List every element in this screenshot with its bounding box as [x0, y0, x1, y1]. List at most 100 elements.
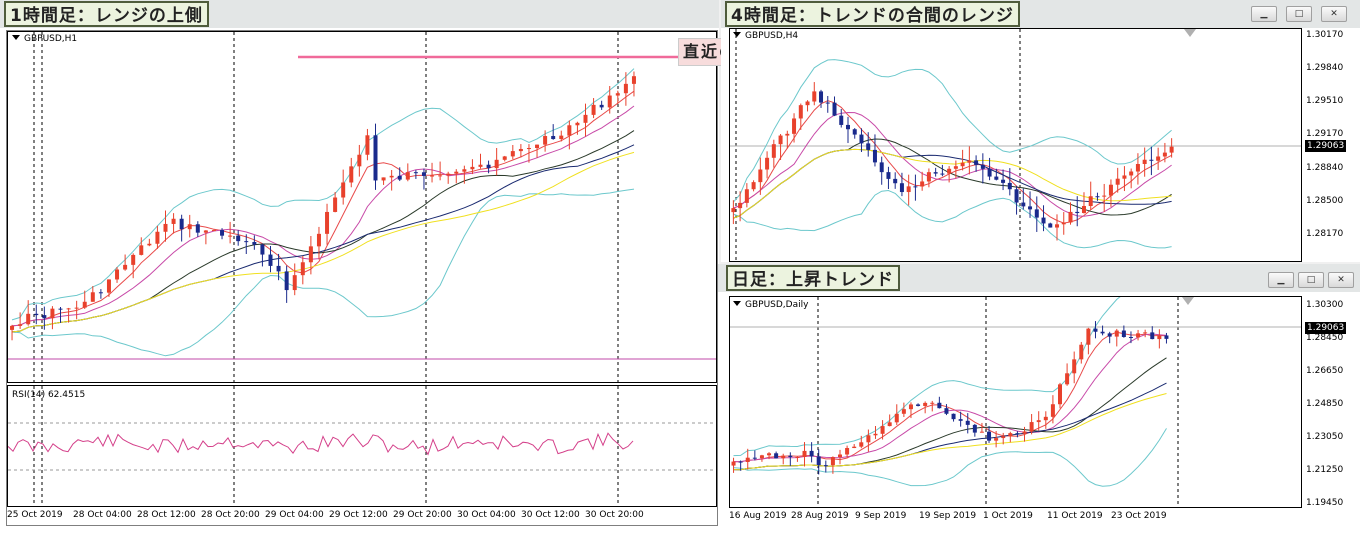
- candle-body: [438, 175, 443, 177]
- candle-body: [1014, 189, 1019, 203]
- candle-body: [852, 129, 857, 135]
- candle-body: [1108, 184, 1113, 196]
- ma-dark-line: [11, 130, 635, 333]
- candle-body: [559, 135, 564, 140]
- ma-fast-line: [733, 331, 1167, 463]
- candle-body: [960, 162, 965, 167]
- candle-body: [115, 269, 120, 280]
- x-tick: 28 Oct 12:00: [137, 510, 196, 520]
- y-tick: 1.29170: [1306, 129, 1344, 139]
- y-tick: 1.30300: [1306, 300, 1344, 310]
- x-tick: 1 Oct 2019: [983, 511, 1033, 521]
- candle-body: [535, 144, 540, 149]
- candle-body: [421, 172, 426, 176]
- candle-body: [944, 408, 949, 414]
- candle-body: [502, 156, 507, 160]
- h1-price-svg: [8, 32, 716, 382]
- candle-body: [187, 224, 192, 230]
- candle-body: [203, 230, 208, 233]
- y-tick: 1.21250: [1306, 465, 1344, 475]
- candle-body: [1088, 196, 1093, 207]
- h4-current-price: 1.29063: [1305, 140, 1347, 152]
- candle-body: [965, 420, 970, 425]
- candle-body: [852, 446, 857, 449]
- candle-body: [879, 162, 884, 173]
- h4-symbol-label[interactable]: GBPUSD,H4: [733, 31, 798, 41]
- candle-body: [1093, 328, 1098, 332]
- candle-body: [397, 175, 402, 180]
- dropdown-triangle-icon: [12, 35, 20, 40]
- candle-body: [1029, 422, 1034, 432]
- candle-body: [308, 246, 313, 263]
- candle-body: [615, 93, 620, 96]
- h4-close-button[interactable]: ✕: [1321, 6, 1347, 22]
- ma-navy-line: [11, 144, 635, 333]
- h1-symbol-label[interactable]: GBPUSD,H1: [12, 34, 77, 44]
- candle-body: [916, 404, 921, 406]
- y-tick: 1.28450: [1306, 333, 1344, 343]
- ma-fast-line: [733, 100, 1172, 224]
- candle-body: [1065, 373, 1070, 385]
- candle-body: [599, 104, 604, 108]
- candle-body: [373, 135, 378, 181]
- candle-body: [887, 422, 892, 427]
- h1-rsi-svg: [8, 386, 716, 506]
- chart-shift-marker: [1182, 297, 1194, 305]
- candle-body: [1015, 433, 1020, 435]
- daily-minimize-button[interactable]: ▁: [1268, 272, 1294, 288]
- candle-body: [42, 315, 47, 319]
- x-tick: 30 Oct 12:00: [521, 510, 580, 520]
- x-tick: 30 Oct 04:00: [457, 510, 516, 520]
- h4-maximize-button[interactable]: □: [1286, 6, 1312, 22]
- h1-rsi-plot[interactable]: [7, 385, 717, 507]
- h1-price-plot[interactable]: [7, 31, 717, 383]
- ma-yellow-line: [733, 393, 1167, 471]
- candle-body: [872, 149, 877, 163]
- candle-body: [771, 144, 776, 158]
- daily-close-button[interactable]: ✕: [1328, 272, 1354, 288]
- candle-body: [365, 135, 370, 155]
- daily-maximize-button[interactable]: □: [1298, 272, 1324, 288]
- h4-minimize-button[interactable]: ▁: [1251, 6, 1277, 22]
- candle-body: [1058, 384, 1062, 405]
- candle-body: [478, 164, 483, 167]
- candle-body: [940, 173, 945, 175]
- candle-body: [607, 95, 612, 108]
- candle-body: [131, 254, 136, 265]
- candle-body: [923, 402, 928, 406]
- candle-body: [937, 402, 942, 409]
- candle-body: [26, 313, 31, 325]
- candle-body: [1061, 222, 1066, 225]
- candle-body: [819, 91, 824, 103]
- daily-chart-window: 日足：上昇トレンド ▁ □ ✕ GBPUSD,Daily 1.30300 1.2…: [718, 264, 1360, 538]
- candle-body: [300, 262, 305, 276]
- candle-body: [591, 104, 596, 115]
- candle-body: [106, 279, 111, 293]
- candle-body: [816, 456, 821, 466]
- daily-symbol-label[interactable]: GBPUSD,Daily: [733, 300, 808, 310]
- candle-body: [195, 224, 200, 233]
- candle-body: [866, 435, 871, 443]
- candle-body: [930, 402, 935, 404]
- h4-price-plot[interactable]: [729, 28, 1302, 262]
- candle-body: [268, 254, 273, 266]
- candle-body: [90, 292, 95, 302]
- candle-body: [50, 308, 55, 319]
- candle-body: [980, 164, 985, 169]
- candle-body: [1100, 331, 1105, 334]
- candle-body: [66, 308, 71, 310]
- x-tick: 28 Oct 20:00: [201, 510, 260, 520]
- daily-price-plot[interactable]: [729, 296, 1302, 508]
- candle-body: [325, 211, 330, 234]
- candle-body: [1048, 223, 1053, 228]
- candle-body: [873, 433, 878, 436]
- candle-body: [809, 450, 814, 457]
- x-tick: 11 Oct 2019: [1047, 511, 1103, 521]
- candle-body: [389, 175, 394, 178]
- candle-body: [284, 271, 289, 291]
- candle-body: [623, 83, 628, 94]
- candle-body: [211, 230, 216, 232]
- daily-y-axis: 1.30300 1.28450 1.26650 1.24850 1.23050 …: [1303, 296, 1360, 516]
- candle-body: [765, 157, 770, 170]
- candle-body: [551, 136, 556, 140]
